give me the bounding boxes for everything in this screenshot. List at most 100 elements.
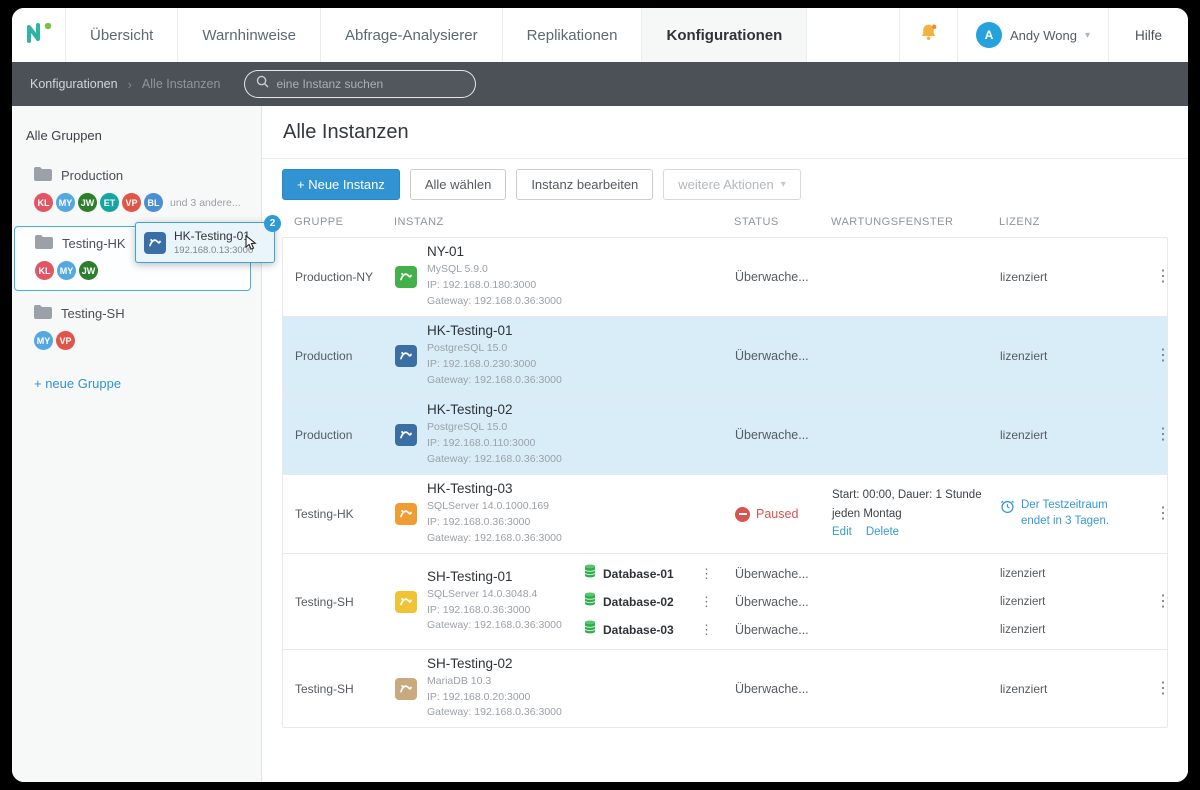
search-input[interactable] bbox=[276, 77, 464, 91]
database-list: Database-01 ⋮ Überwache... lizenziert bbox=[583, 560, 1149, 644]
row-status: Überwache... bbox=[735, 270, 832, 284]
nav-item-uebersicht[interactable]: Übersicht bbox=[66, 8, 178, 62]
drag-card-address: 192.168.0.13:3000 bbox=[174, 245, 253, 256]
database-menu-kebab-icon[interactable]: ⋮ bbox=[700, 594, 713, 610]
bell-icon bbox=[918, 22, 939, 48]
instance-name: HK-Testing-01 bbox=[427, 323, 562, 338]
nav-item-abfrage-analysierer[interactable]: Abfrage-Analysierer bbox=[321, 8, 503, 62]
user-menu[interactable]: A Andy Wong ▾ bbox=[957, 8, 1108, 62]
instance-name: HK-Testing-02 bbox=[427, 402, 562, 417]
col-header-instanz: INSTANZ bbox=[394, 216, 734, 228]
avatar: KL bbox=[34, 193, 53, 212]
page-title: Alle Instanzen bbox=[283, 121, 409, 144]
more-actions-button[interactable]: weitere Aktionen ▾ bbox=[663, 169, 800, 200]
app-window: Übersicht Warnhinweise Abfrage-Analysier… bbox=[12, 8, 1188, 782]
row-license: lizenziert bbox=[1000, 682, 1149, 696]
database-icon bbox=[583, 620, 597, 639]
group-members: KL MY JW bbox=[35, 261, 240, 280]
notifications-button[interactable] bbox=[899, 8, 957, 62]
database-row[interactable]: Database-02 ⋮ Überwache... lizenziert bbox=[583, 588, 1149, 616]
breadcrumb-konfigurationen[interactable]: Konfigurationen bbox=[30, 77, 118, 91]
group-name: Testing-SH bbox=[61, 306, 125, 321]
instance-ip: IP: 192.168.0.180:3000 bbox=[427, 278, 562, 294]
instance-gateway: Gateway: 192.168.0.36:3000 bbox=[427, 294, 562, 310]
database-row[interactable]: Database-03 ⋮ Überwache... lizenziert bbox=[583, 616, 1149, 644]
new-instance-button[interactable]: + Neue Instanz bbox=[282, 169, 400, 200]
postgresql-icon bbox=[395, 424, 417, 446]
nav-item-konfigurationen[interactable]: Konfigurationen bbox=[642, 8, 807, 62]
user-name: Andy Wong bbox=[1010, 28, 1077, 43]
maintenance-delete-link[interactable]: Delete bbox=[866, 523, 899, 541]
groups-sidebar: Alle Gruppen Production KL MY JW ET VP B… bbox=[12, 106, 262, 782]
instance-ip: IP: 192.168.0.20:3000 bbox=[427, 690, 562, 706]
row-status: Überwache... bbox=[735, 682, 832, 696]
chevron-down-icon: ▾ bbox=[781, 179, 786, 190]
mouse-cursor-icon bbox=[245, 235, 258, 256]
instance-ip: IP: 192.168.0.230:3000 bbox=[427, 357, 562, 373]
database-menu-kebab-icon[interactable]: ⋮ bbox=[700, 622, 713, 638]
sqlserver-icon bbox=[395, 503, 417, 525]
avatar: MY bbox=[56, 193, 75, 212]
database-menu-kebab-icon[interactable]: ⋮ bbox=[700, 566, 713, 582]
folder-icon bbox=[34, 305, 52, 322]
help-button[interactable]: Hilfe bbox=[1108, 8, 1188, 62]
top-navigation: Übersicht Warnhinweise Abfrage-Analysier… bbox=[12, 8, 1188, 62]
avatar: VP bbox=[122, 193, 141, 212]
row-menu-kebab-icon[interactable]: ⋮ bbox=[1149, 423, 1177, 447]
table-row-sh-testing-01[interactable]: Testing-SH SH-Testing-01 SQLServer 14.0.… bbox=[283, 554, 1167, 650]
row-status: Überwache... bbox=[735, 428, 832, 442]
folder-icon bbox=[35, 235, 53, 252]
row-group: Testing-HK bbox=[295, 507, 395, 521]
instance-version: MariaDB 10.3 bbox=[427, 674, 562, 690]
trial-note-text: Der Testzeitraum endet in 3 Tagen. bbox=[1021, 498, 1124, 529]
database-icon bbox=[583, 592, 597, 611]
database-row[interactable]: Database-01 ⋮ Überwache... lizenziert bbox=[583, 560, 1149, 588]
nav-item-replikationen[interactable]: Replikationen bbox=[503, 8, 643, 62]
col-header-status: STATUS bbox=[734, 216, 831, 228]
breadcrumb-bar: Konfigurationen › Alle Instanzen bbox=[12, 62, 1188, 106]
instance-ip: IP: 192.168.0.36:3000 bbox=[427, 603, 562, 619]
nav-item-warnhinweise[interactable]: Warnhinweise bbox=[178, 8, 321, 62]
help-label: Hilfe bbox=[1135, 28, 1162, 43]
instance-name: SH-Testing-01 bbox=[427, 569, 562, 584]
instances-table: Production-NY NY-01 MySQL 5.9.0 IP: 192.… bbox=[282, 237, 1168, 728]
database-status: Überwache... bbox=[735, 567, 832, 581]
row-group: Production bbox=[295, 349, 395, 363]
table-row-sh-testing-02[interactable]: Testing-SH SH-Testing-02 MariaDB 10.3 IP… bbox=[283, 650, 1167, 727]
group-members: MY VP bbox=[34, 331, 251, 350]
table-row-ny-01[interactable]: Production-NY NY-01 MySQL 5.9.0 IP: 192.… bbox=[283, 238, 1167, 317]
avatar: MY bbox=[34, 331, 53, 350]
instance-gateway: Gateway: 192.168.0.36:3000 bbox=[427, 618, 562, 634]
database-license: lizenziert bbox=[1000, 568, 1149, 580]
maintenance-edit-link[interactable]: Edit bbox=[832, 523, 852, 541]
instance-search[interactable] bbox=[244, 70, 476, 98]
mariadb-icon bbox=[395, 678, 417, 700]
group-name: Production bbox=[61, 168, 123, 183]
row-license: lizenziert bbox=[1000, 270, 1149, 284]
database-name: Database-02 bbox=[603, 595, 674, 609]
row-license: lizenziert bbox=[1000, 428, 1149, 442]
drag-ghost-card[interactable]: HK-Testing-01 192.168.0.13:3000 2 bbox=[135, 222, 275, 263]
select-all-button[interactable]: Alle wählen bbox=[410, 169, 507, 200]
row-menu-kebab-icon[interactable]: ⋮ bbox=[1149, 265, 1177, 289]
row-menu-kebab-icon[interactable]: ⋮ bbox=[1149, 677, 1177, 701]
row-menu-kebab-icon[interactable]: ⋮ bbox=[1149, 344, 1177, 368]
database-name: Database-03 bbox=[603, 623, 674, 637]
app-logo[interactable] bbox=[12, 8, 66, 62]
table-row-hk-testing-01[interactable]: Production HK-Testing-01 PostgreSQL 15.0… bbox=[283, 317, 1167, 396]
row-menu-kebab-icon[interactable]: ⋮ bbox=[1149, 502, 1177, 526]
edit-instance-button[interactable]: Instanz bearbeiten bbox=[516, 169, 653, 200]
toolbar: + Neue Instanz Alle wählen Instanz bearb… bbox=[282, 169, 1168, 200]
table-row-hk-testing-02[interactable]: Production HK-Testing-02 PostgreSQL 15.0… bbox=[283, 396, 1167, 475]
new-group-button[interactable]: + neue Gruppe bbox=[34, 376, 261, 391]
group-production[interactable]: Production KL MY JW ET VP BL und 3 ander… bbox=[12, 159, 261, 222]
row-maintenance: Start: 00:00, Dauer: 1 Stunde jeden Mont… bbox=[832, 486, 1000, 541]
sidebar-title: Alle Gruppen bbox=[12, 128, 261, 143]
instance-version: PostgreSQL 15.0 bbox=[427, 420, 562, 436]
instance-ip: IP: 192.168.0.36:3000 bbox=[427, 515, 562, 531]
row-menu-kebab-icon[interactable]: ⋮ bbox=[1149, 590, 1177, 614]
table-row-hk-testing-03[interactable]: Testing-HK HK-Testing-03 SQLServer 14.0.… bbox=[283, 475, 1167, 554]
alarm-clock-icon bbox=[1000, 499, 1015, 514]
group-testing-sh[interactable]: Testing-SH MY VP bbox=[12, 297, 261, 360]
col-header-wartungsfenster: WARTUNGSFENSTER bbox=[831, 216, 999, 228]
